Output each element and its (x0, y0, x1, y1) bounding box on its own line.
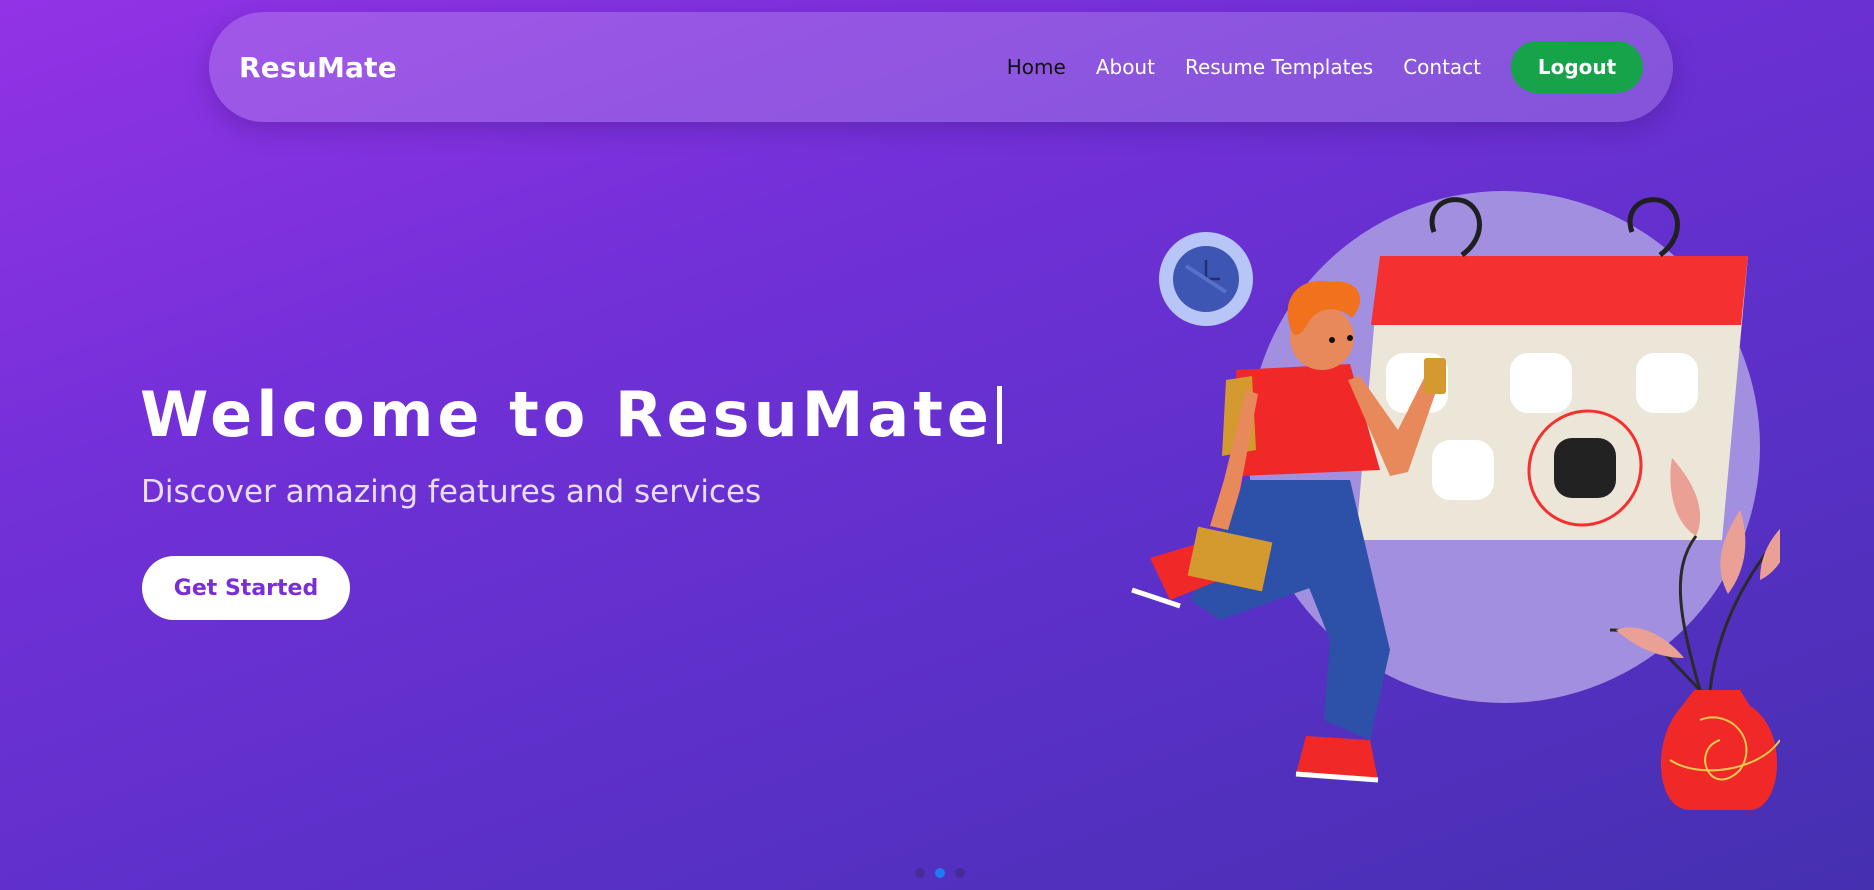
typing-caret (996, 385, 1002, 444)
hero-title: Welcome to ResuMate (140, 378, 1002, 451)
brand-logo[interactable]: ResuMate (239, 51, 397, 84)
carousel-dot-2[interactable] (935, 868, 945, 878)
hero-title-text: Welcome to ResuMate (140, 378, 993, 451)
navbar: ResuMate Home About Resume Templates Con… (209, 12, 1673, 122)
nav-link-contact[interactable]: Contact (1403, 55, 1481, 79)
nav-link-home[interactable]: Home (1007, 55, 1066, 79)
carousel-dot-1[interactable] (915, 868, 925, 878)
hero-illustration (1131, 191, 1780, 810)
nav-link-resume-templates[interactable]: Resume Templates (1185, 55, 1373, 79)
nav-link-about[interactable]: About (1096, 55, 1155, 79)
hero-subtitle: Discover amazing features and services (141, 474, 762, 510)
get-started-button[interactable]: Get Started (142, 556, 350, 620)
logout-button[interactable]: Logout (1511, 41, 1643, 93)
nav-links: Home About Resume Templates Contact Logo… (977, 41, 1643, 93)
carousel-dot-3[interactable] (955, 868, 965, 878)
carousel-indicators (915, 868, 965, 878)
clock-icon (1159, 232, 1253, 326)
